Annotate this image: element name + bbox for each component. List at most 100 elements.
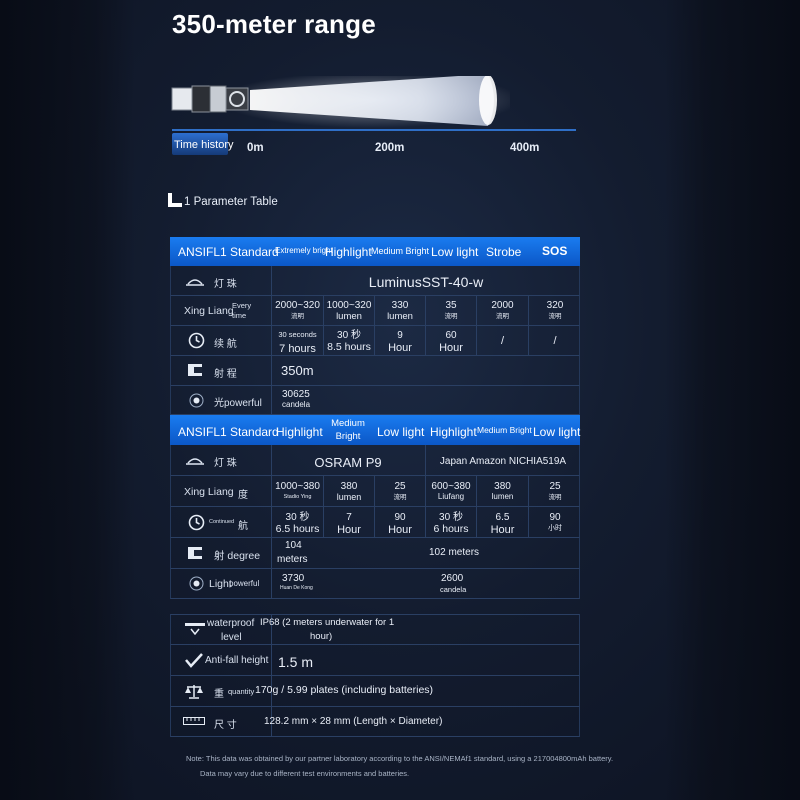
table1-intensity-value: 30625 — [282, 389, 310, 400]
table3-weight-value: 170g / 5.99 plates (including batteries) — [255, 684, 434, 696]
table2-range-label: 射 degree — [214, 550, 261, 562]
product-page: { "title": "350-meter range", "beam": { … — [0, 0, 800, 800]
table1-range-label: 射 程 — [214, 369, 237, 380]
parameter-table-heading: 1 Parameter Table — [168, 193, 278, 208]
left-vignette — [0, 0, 135, 800]
table2-header-medium-bright-b: Medium Bright — [477, 425, 532, 435]
table1-runtime-label: 续 航 — [214, 339, 237, 350]
table1-row-flux: Xing Liang Every time 2000~320 流明 1000~3… — [170, 296, 580, 326]
table1-header-strobe: Strobe — [486, 245, 522, 259]
table3-waterproof-label: waterproof — [207, 618, 255, 629]
table2-flux-label: Xing Liang — [184, 486, 234, 498]
table2-flux-3-bottom: Liufang — [437, 492, 465, 501]
table1-row-runtime: 续 航 30 seconds 7 hours 30 秒 8.5 hours 9 … — [170, 326, 580, 356]
light-intensity-icon — [189, 393, 204, 408]
table1-header-sos: SOS — [542, 244, 568, 258]
table1-runtime-1-bottom: 8.5 hours — [327, 341, 371, 353]
table1-flux-sublabel: Every time — [232, 301, 252, 320]
table1-header: ANSIFL1 Standard Extremely bright Highli… — [170, 237, 580, 266]
time-history-label: Time history — [174, 139, 234, 151]
table3-waterproof-value-cont: hour) — [310, 631, 333, 642]
scale-icon — [185, 685, 203, 699]
parameter-table-heading-text: 1 Parameter Table — [184, 196, 278, 208]
right-vignette — [665, 0, 800, 800]
table2-intensity-b: 2600 — [441, 573, 464, 584]
table3-weight-label: 重 — [214, 689, 224, 700]
table2-header-low-light-a: Low light — [377, 425, 425, 439]
table2-intensity-a-unit: Huan De Kong — [280, 585, 313, 591]
table2-runtime-3-bottom: 6 hours — [433, 523, 469, 535]
table2-intensity-b-unit: candela — [440, 585, 467, 594]
ruler-icon — [183, 717, 205, 725]
table3-waterproof-sublabel: level — [221, 632, 242, 643]
table1-header-highlight: Highlight — [325, 245, 372, 259]
tick-0m: 0m — [247, 142, 264, 154]
table2-runtime-label: Continued — [209, 519, 235, 525]
table2-row-range: 射 degree 104 meters 102 meters — [170, 538, 580, 569]
table1-range-value: 350m — [281, 363, 314, 378]
waterproof-icon — [185, 623, 205, 635]
table1-flux-4-bottom: 流明 — [496, 313, 509, 320]
table2-header-low-light-b: Low light — [533, 425, 581, 439]
table1-runtime-4: / — [500, 335, 505, 347]
table1-runtime-3-bottom: Hour — [439, 342, 463, 354]
table2-lamp-b: Japan Amazon NICHIA519A — [439, 456, 567, 467]
table1-intensity-label: 光powerful — [214, 398, 262, 409]
led-icon — [186, 279, 204, 286]
table2-runtime-1-top: 7 — [346, 512, 352, 523]
table1-runtime-3-top: 60 — [445, 330, 457, 341]
clock-icon — [188, 514, 205, 531]
table2-runtime-2-top: 90 — [394, 512, 406, 523]
table2-runtime-1-bottom: Hour — [337, 524, 361, 536]
table2-header-highlight-b: Highlight — [430, 425, 477, 439]
table3-antifall-value: 1.5 m — [278, 654, 314, 670]
table2-flux-2-top: 25 — [394, 481, 406, 492]
table2-intensity-sublabel: powerful — [229, 579, 260, 588]
table1-lamp-value: LuminusSST-40-w — [368, 274, 484, 290]
tick-400m: 400m — [510, 142, 540, 154]
table2-row-intensity: Light powerful 3730 Huan De Kong 2600 ca… — [170, 569, 580, 599]
table2-flux-1-bottom: lumen — [336, 492, 362, 502]
table1-lamp-label: 灯 珠 — [214, 279, 237, 290]
footnote-line2: Data may vary due to different test envi… — [200, 769, 410, 778]
table1-flux-label: Xing Liang — [184, 305, 234, 317]
table1-header-standard: ANSIFL1 Standard — [178, 245, 279, 259]
table3-size-value: 128.2 mm × 28 mm (Length × Diameter) — [264, 716, 443, 727]
flashlight-beam-illustration — [171, 76, 510, 128]
table2-range-b: 102 meters — [429, 547, 480, 558]
table1-row-lamp: 灯 珠 LuminusSST-40-w — [170, 266, 580, 296]
table2-flux-5-top: 25 — [549, 481, 561, 492]
table2-runtime-4-bottom: Hour — [490, 524, 515, 536]
table1-runtime-0-bottom: 7 hours — [279, 343, 316, 355]
table1-flux-1-top: 1000~320 — [326, 300, 372, 311]
table1-flux-1-bottom: lumen — [336, 311, 362, 322]
table2-header: ANSIFL1 Standard Highlight Medium Bright… — [170, 415, 580, 445]
table1-header-low-light: Low light — [431, 245, 479, 259]
table1-row-intensity: 光powerful 30625 candela — [170, 386, 580, 415]
table2-flux-3-top: 600~380 — [431, 481, 471, 492]
light-intensity-icon — [189, 576, 204, 591]
table2-row-flux: Xing Liang 度 1000~380 Stadio Ying 380 lu… — [170, 476, 580, 507]
table2-runtime-5-bottom: 小时 — [548, 525, 562, 532]
table1-runtime-5: / — [553, 335, 557, 347]
footnote-line1: Note: This data was obtained by our part… — [186, 754, 614, 763]
table2-flux-sublabel: 度 — [238, 490, 248, 501]
table2-flux-2-bottom: 流明 — [393, 494, 407, 501]
table2-flux-5-bottom: 流明 — [548, 494, 562, 501]
table2-runtime-sublabel: 航 — [238, 521, 248, 532]
table2-row-runtime: Continued 航 30 秒 6.5 hours 7 Hour 90 Hou… — [170, 507, 580, 538]
antifall-check-icon — [185, 653, 203, 668]
table1-flux-0-bottom: 流明 — [291, 313, 304, 320]
table1-runtime-2-bottom: Hour — [388, 342, 412, 354]
table3-weight-sublabel: quantity — [228, 687, 255, 696]
corner-mark-icon — [168, 193, 182, 207]
led-icon — [186, 458, 204, 465]
table1-flux-2-bottom: lumen — [387, 311, 413, 322]
table1-intensity-unit: candela — [282, 400, 311, 409]
table1-flux-5-bottom: 流明 — [548, 313, 562, 320]
table2-header-medium-bright-a: Medium Bright — [331, 418, 365, 443]
table2-flux-4-bottom: lumen — [491, 492, 514, 501]
beam-range-icon — [188, 364, 202, 376]
table2-runtime-3-top: 30 秒 — [439, 512, 463, 523]
table2-intensity-a: 3730 — [282, 573, 305, 584]
